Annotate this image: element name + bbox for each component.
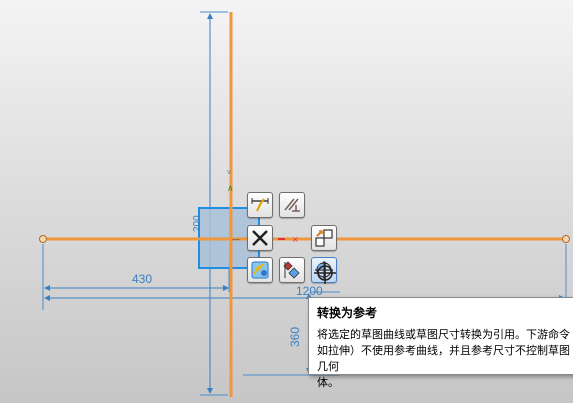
tooltip-body: 将选定的草图曲线或草图尺寸转换为引用。下游命令 如拉伸）不使用参考曲线，并且参考… bbox=[317, 328, 570, 389]
make-symmetric-button[interactable] bbox=[247, 257, 273, 283]
show-constraints-icon bbox=[283, 261, 300, 279]
tooltip: 转换为参考 将选定的草图曲线或草图尺寸转换为引用。下游命令 如拉伸）不使用参考曲… bbox=[308, 297, 573, 389]
dimension-360-label[interactable]: 360 bbox=[288, 327, 302, 347]
quick-trim-icon bbox=[251, 198, 269, 212]
dimension-1200-label[interactable]: 1200 bbox=[296, 284, 323, 298]
show-constraints-button[interactable] bbox=[279, 257, 305, 283]
left-endpoint[interactable] bbox=[39, 235, 47, 243]
convert-to-reference-button[interactable] bbox=[311, 225, 337, 251]
convert-reference-icon bbox=[315, 229, 333, 247]
dimension-430-label[interactable]: 430 bbox=[132, 272, 152, 286]
dimension-box-label[interactable]: 200 bbox=[192, 215, 203, 232]
quick-trim-button[interactable] bbox=[247, 192, 273, 218]
perpendicular-constraint-button[interactable] bbox=[279, 192, 305, 218]
symmetric-icon bbox=[251, 261, 269, 279]
svg-text:∧: ∧ bbox=[227, 184, 234, 194]
cursor-icon bbox=[314, 262, 336, 284]
right-endpoint[interactable] bbox=[562, 235, 570, 243]
perpendicular-icon bbox=[284, 198, 300, 212]
delete-icon bbox=[252, 230, 268, 246]
svg-text:×: × bbox=[292, 235, 299, 244]
tooltip-title: 转换为参考 bbox=[317, 306, 378, 320]
svg-text:—: — bbox=[232, 235, 240, 244]
svg-text:v: v bbox=[227, 168, 231, 176]
delete-button[interactable] bbox=[247, 225, 273, 251]
